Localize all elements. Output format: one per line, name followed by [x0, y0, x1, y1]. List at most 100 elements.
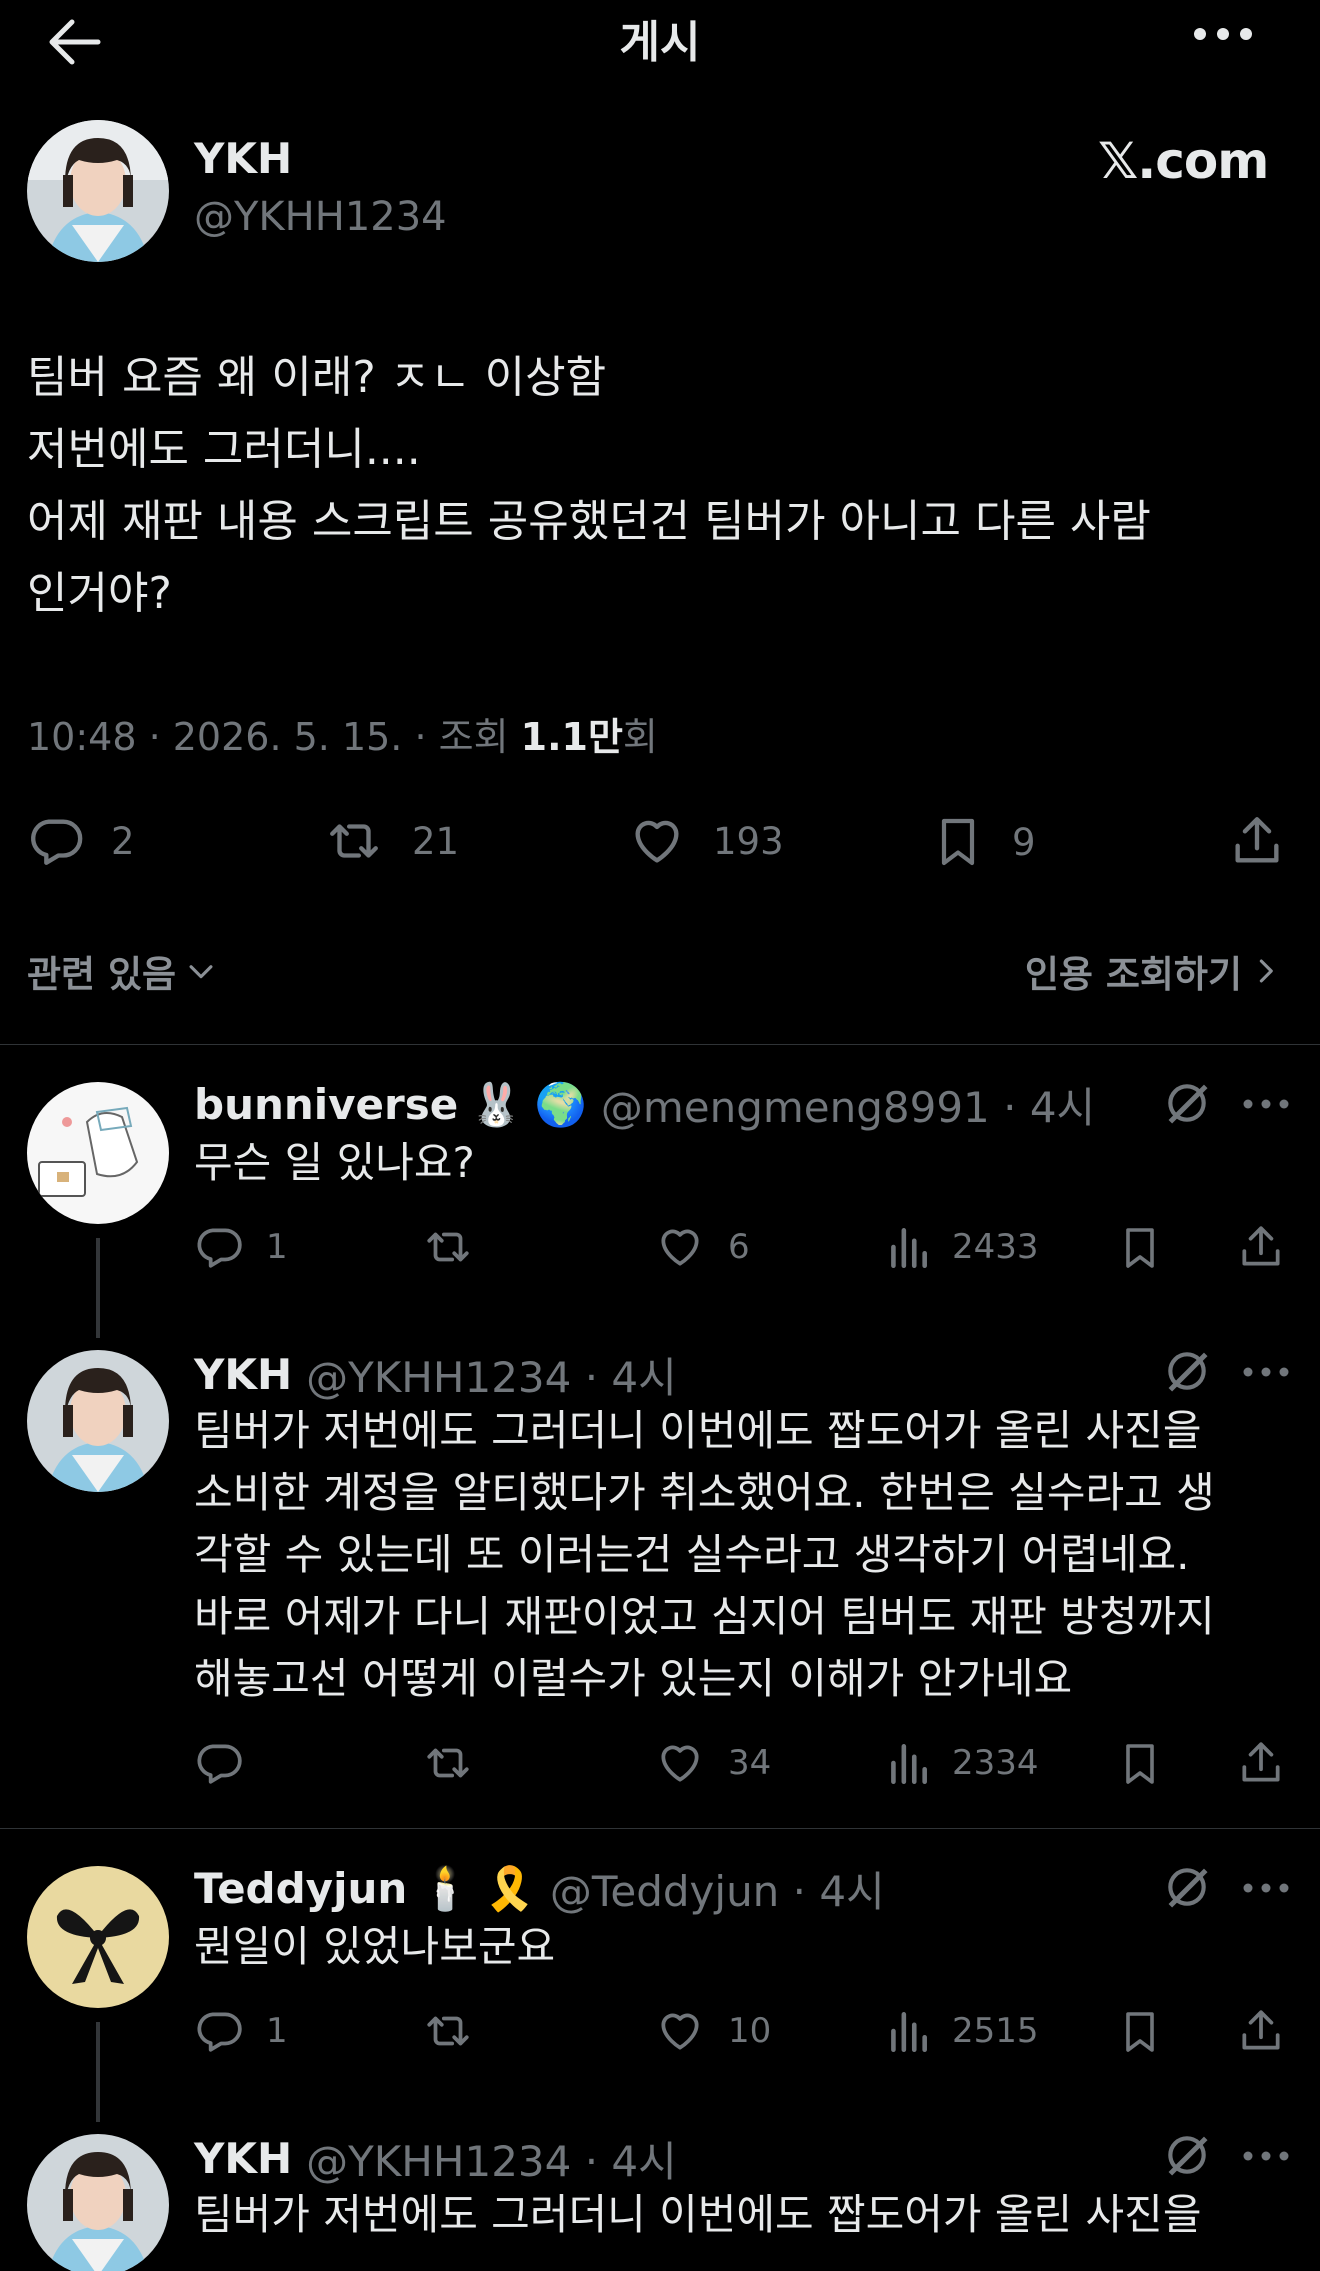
avatar[interactable]	[27, 2134, 169, 2271]
repost-icon	[322, 812, 412, 870]
reply-icon	[194, 1738, 266, 1788]
like-button[interactable]: 10	[654, 2006, 771, 2056]
views-icon	[886, 1738, 952, 1788]
views-count: 2433	[952, 1227, 1039, 1267]
related-toggle[interactable]: 관련 있음	[27, 944, 218, 998]
reply-more-icon[interactable]	[1240, 1868, 1292, 1908]
repost-icon	[420, 2006, 498, 2056]
reply-button[interactable]: 2	[27, 812, 135, 870]
bookmark-button[interactable]	[1116, 2006, 1186, 2058]
heart-icon	[627, 812, 713, 870]
reply-count: 1	[266, 1227, 288, 1267]
reply-header: Teddyjun 🕯️ 🎗️ @Teddyjun · 4시	[194, 1858, 885, 1919]
like-button[interactable]: 193	[627, 812, 784, 870]
reply-button[interactable]	[194, 1738, 266, 1788]
reply-author-name[interactable]: YKH	[194, 1350, 292, 1399]
reply-header: YKH @YKHH1234 · 4시	[194, 2128, 677, 2189]
views-button[interactable]: 2515	[886, 2006, 1039, 2056]
repost-count: 21	[412, 819, 460, 863]
repost-button[interactable]: 21	[322, 812, 459, 870]
grok-icon[interactable]	[1162, 1346, 1212, 1396]
reply-text: 뭔일이 있었나보군요	[194, 1922, 556, 1971]
bookmark-count: 9	[1012, 820, 1036, 864]
like-button[interactable]: 6	[654, 1222, 750, 1272]
avatar[interactable]	[27, 1350, 169, 1492]
reply-author-name[interactable]: bunniverse	[194, 1080, 458, 1129]
like-count: 193	[713, 819, 784, 863]
bookmark-button[interactable]	[1116, 1222, 1186, 1274]
reply-handle[interactable]: @Teddyjun · 4시	[550, 1858, 885, 1919]
repost-button[interactable]	[420, 2006, 498, 2056]
thread-line	[96, 2022, 100, 2122]
share-icon	[1236, 2006, 1308, 2056]
share-icon	[1236, 1222, 1308, 1272]
reply-handle[interactable]: @YKHH1234 · 4시	[306, 1344, 677, 1405]
bookmark-icon	[1116, 1222, 1186, 1274]
globe-emoji: 🌍	[534, 1079, 587, 1129]
view-count: 1.1만	[520, 715, 623, 759]
views-icon	[886, 2006, 952, 2056]
reply-more-icon[interactable]	[1240, 1352, 1292, 1392]
avatar[interactable]	[27, 120, 169, 262]
share-button[interactable]	[1236, 2006, 1308, 2056]
chevron-down-icon	[184, 954, 218, 988]
heart-icon	[654, 2006, 728, 2056]
like-count: 6	[728, 1227, 750, 1267]
like-button[interactable]: 34	[654, 1738, 771, 1788]
reply-icon	[194, 2006, 266, 2056]
bookmark-button[interactable]: 9	[930, 812, 1036, 872]
author-name[interactable]: YKH	[194, 134, 292, 183]
reply-handle[interactable]: @mengmeng8991 · 4시	[601, 1074, 1095, 1135]
author-handle[interactable]: @YKHH1234	[194, 194, 447, 240]
avatar[interactable]	[27, 1082, 169, 1224]
views-button[interactable]: 2433	[886, 1222, 1039, 1272]
share-button[interactable]	[1228, 812, 1312, 870]
repost-icon	[420, 1222, 498, 1272]
bookmark-icon	[1116, 1738, 1186, 1790]
reply-more-icon[interactable]	[1240, 1084, 1292, 1124]
reply-author-name[interactable]: Teddyjun	[194, 1864, 407, 1913]
reply-more-icon[interactable]	[1240, 2136, 1292, 2176]
reply-button[interactable]: 1	[194, 1222, 288, 1272]
views-button[interactable]: 2334	[886, 1738, 1039, 1788]
reply-header: YKH @YKHH1234 · 4시	[194, 1344, 677, 1405]
reply-text: 팀버가 저번에도 그러더니 이번에도 짭도어가 올린 사진을	[194, 2190, 1202, 2239]
share-button[interactable]	[1236, 1222, 1308, 1272]
thread-line	[96, 1238, 100, 1338]
view-quotes-link[interactable]: 인용 조회하기	[1025, 944, 1282, 998]
grok-icon[interactable]	[1162, 2130, 1212, 2180]
more-options-icon[interactable]	[1188, 10, 1258, 58]
like-count: 34	[728, 1743, 772, 1783]
ribbon-emoji: 🎗️	[483, 1863, 536, 1913]
share-button[interactable]	[1236, 1738, 1308, 1788]
divider	[0, 1828, 1320, 1829]
rabbit-emoji: 🐰	[470, 1079, 523, 1129]
reply-icon	[27, 812, 111, 870]
chevron-right-icon	[1252, 954, 1282, 988]
bookmark-icon	[930, 812, 1012, 872]
grok-icon[interactable]	[1162, 1862, 1212, 1912]
reply-author-name[interactable]: YKH	[194, 2134, 292, 2183]
repost-button[interactable]	[420, 1222, 498, 1272]
repost-button[interactable]	[420, 1738, 498, 1788]
heart-icon	[654, 1222, 728, 1272]
heart-icon	[654, 1738, 728, 1788]
page-title: 게시	[619, 17, 701, 68]
related-label: 관련 있음	[27, 953, 177, 996]
bookmark-button[interactable]	[1116, 1738, 1186, 1790]
x-com-badge: 𝕏.com	[1098, 132, 1269, 190]
reply-count: 1	[266, 2011, 288, 2051]
reply-icon	[194, 1222, 266, 1272]
divider	[0, 1044, 1320, 1045]
reply-button[interactable]: 1	[194, 2006, 288, 2056]
candle-emoji: 🕯️	[419, 1863, 472, 1913]
reply-text: 팀버가 저번에도 그러더니 이번에도 짭도어가 올린 사진을 소비한 계정을 알…	[194, 1406, 1215, 1703]
reply-handle[interactable]: @YKHH1234 · 4시	[306, 2128, 677, 2189]
post-text: 팀버 요즘 왜 이래? ㅈㄴ 이상함 저번에도 그러더니.... 어제 재판 내…	[27, 352, 1151, 619]
post-timestamp[interactable]: 10:48 · 2026. 5. 15. · 조회	[27, 715, 521, 759]
view-suffix: 회	[622, 715, 658, 759]
bookmark-icon	[1116, 2006, 1186, 2058]
grok-icon[interactable]	[1162, 1078, 1212, 1128]
share-icon	[1236, 1738, 1308, 1788]
avatar[interactable]	[27, 1866, 169, 2008]
